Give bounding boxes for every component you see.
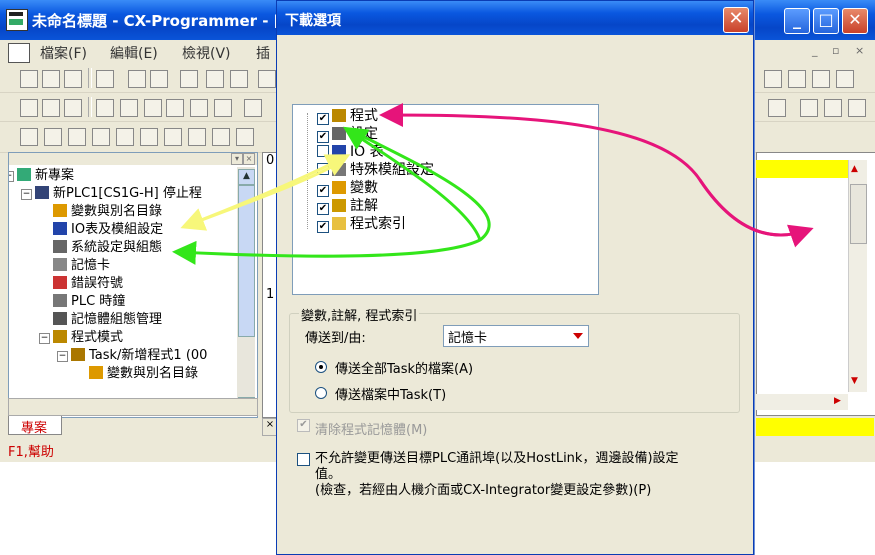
pink-arrow-tail: [698, 179, 814, 248]
yellow-arrow-head: [185, 154, 351, 228]
green-arrow-head: [342, 126, 482, 241]
annotation-arrows: [172, 103, 814, 265]
pink-arrow: [379, 103, 809, 237]
green-arrow: [172, 128, 491, 265]
